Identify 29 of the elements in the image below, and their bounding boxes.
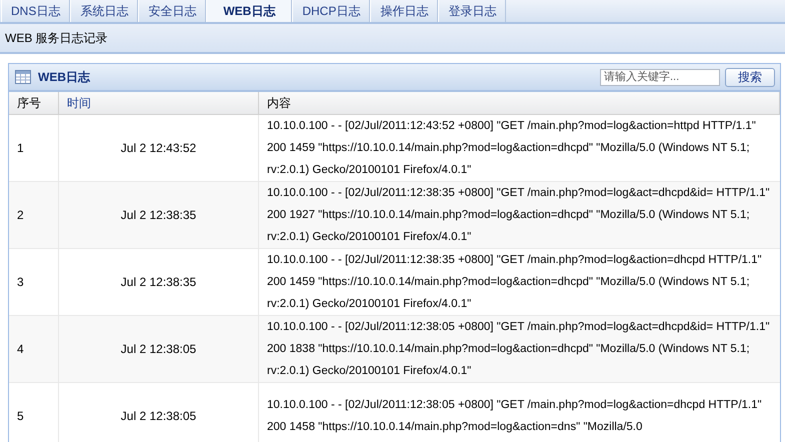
page-title: WEB 服务日志记录 (5, 30, 108, 46)
table-cell: Jul 2 12:38:05 (120, 342, 196, 356)
tab[interactable]: DNS日志 (1, 0, 70, 22)
search-field[interactable]: 请输入关键字... (600, 68, 720, 86)
column-header: 内容 (259, 92, 780, 114)
table-cell: 1 (17, 141, 24, 155)
table-cell: 2 (17, 208, 24, 222)
table-cell-text: 10.10.0.100 - - [02/Jul/2011:12:43:52 +0800] "GET /main.php?mod=log&action=httpd HTTP/1.1" 200 1459 "https://10.10.0.14/main.php?mod=log&action=dhcpd" "Mozilla/5.0 (Windows NT 5.1; rv:2.0.1) Gecko/20100101 Firefox/4.0.1" (267, 119, 757, 178)
tab[interactable]: 系统日志 (70, 0, 138, 22)
column-header: 序号 (9, 92, 59, 114)
table-cell-text: 10.10.0.100 - - [02/Jul/2011:12:38:35 +0800] "GET /main.php?mod=log&action=dhcpd HTTP/1.1" 200 1459 "https://10.10.0.14/main.php?mod=log&action=dhcpd" "Mozilla/5.0 (Windows NT 5.1; rv:2.0.1) Gecko/20100101 Firefox/4.0.1" (267, 253, 763, 312)
table-icon (15, 70, 31, 84)
table-cell: 4 (17, 342, 24, 356)
tab[interactable]: 登录日志 (438, 0, 506, 22)
search-button[interactable]: 搜索 (725, 68, 775, 86)
table-cell: 3 (17, 275, 24, 289)
tab[interactable]: DHCP日志 (292, 0, 370, 22)
tab[interactable]: WEB日志 (206, 0, 292, 22)
table-cell: 5 (17, 409, 24, 423)
table-cell: Jul 2 12:38:35 (120, 275, 196, 289)
table-cell-text: 10.10.0.100 - - [02/Jul/2011:12:38:05 +0800] "GET /main.php?mod=log&action=dhcpd HTTP/1.1" 200 1458 "https://10.10.0.14/main.php?mod=log&action=dns" "Mozilla/5.0 (267, 398, 763, 435)
table-cell: Jul 2 12:38:35 (120, 208, 196, 222)
panel-title: WEB日志 (38, 68, 92, 86)
table-cell-text: 10.10.0.100 - - [02/Jul/2011:12:38:35 +0800] "GET /main.php?mod=log&act=dhcpd&id= HTTP/1.1" 200 1927 "https://10.10.0.14/main.php?mod=log&action=dhcpd" "Mozilla/5.0 (Windows NT 5.1; rv:2.0.1) Gecko/20100101 Firefox/4.0.1" (267, 186, 771, 245)
tab[interactable]: 操作日志 (370, 0, 438, 22)
table-cell: Jul 2 12:38:05 (120, 409, 196, 423)
table-cell-text: 10.10.0.100 - - [02/Jul/2011:12:38:05 +0800] "GET /main.php?mod=log&act=dhcpd&id= HTTP/1.1" 200 1838 "https://10.10.0.14/main.php?mod=log&action=dhcpd" "Mozilla/5.0 (Windows NT 5.1; rv:2.0.1) Gecko/20100101 Firefox/4.0.1" (267, 320, 771, 379)
column-header: 时间 (59, 92, 259, 114)
table-cell: Jul 2 12:43:52 (120, 141, 196, 155)
